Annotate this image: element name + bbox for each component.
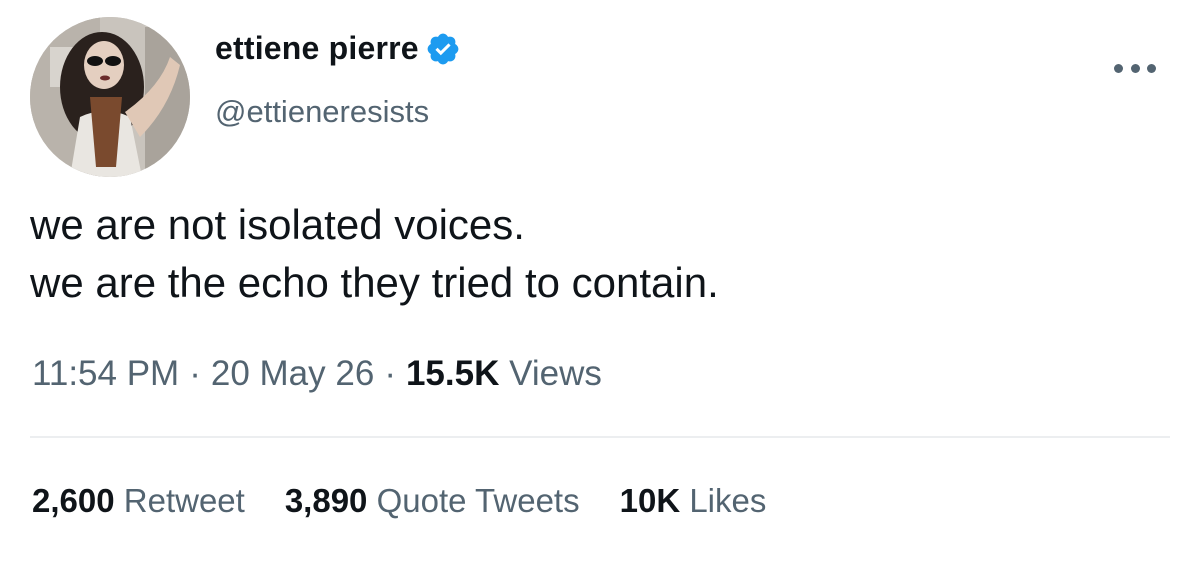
retweets-count: 2,600: [32, 482, 115, 519]
likes-stat[interactable]: 10K Likes: [620, 482, 767, 520]
meta-separator: ·: [384, 354, 396, 393]
retweets-label: Retweet: [123, 482, 245, 519]
quote-tweets-count: 3,890: [284, 482, 368, 519]
views-label[interactable]: Views: [509, 354, 602, 393]
user-handle[interactable]: @ettieneresists: [215, 94, 429, 130]
meta-separator: ·: [189, 354, 201, 393]
avatar[interactable]: [30, 17, 190, 177]
verified-badge-icon: [425, 31, 461, 67]
likes-label: Likes: [689, 482, 767, 519]
quote-tweets-label: Quote Tweets: [376, 482, 580, 519]
likes-count: 10K: [619, 482, 681, 519]
tweet-time[interactable]: 11:54 PM: [32, 354, 179, 393]
display-name[interactable]: ettiene pierre: [215, 30, 419, 67]
divider: [30, 436, 1170, 438]
tweet-text-line: we are the echo they tried to contain.: [30, 259, 719, 306]
tweet-stats: 2,600 Retweet 3,890 Quote Tweets 10K Lik…: [32, 482, 766, 520]
quote-tweets-stat[interactable]: 3,890 Quote Tweets: [285, 482, 580, 520]
tweet-meta: 11:54 PM · 20 May 26 · 15.5K Views: [32, 354, 602, 394]
views-count[interactable]: 15.5K: [406, 354, 499, 393]
retweets-stat[interactable]: 2,600 Retweet: [32, 482, 245, 520]
profile-photo-icon: [30, 17, 190, 177]
tweet-text-line: we are not isolated voices.: [30, 201, 525, 248]
tweet-card: ettiene pierre @ettieneresists we are no…: [0, 0, 1200, 562]
tweet-date[interactable]: 20 May 26: [211, 354, 374, 393]
more-options-icon[interactable]: [1114, 58, 1156, 78]
name-row: ettiene pierre: [215, 30, 461, 67]
tweet-text: we are not isolated voices. we are the e…: [30, 196, 1150, 312]
